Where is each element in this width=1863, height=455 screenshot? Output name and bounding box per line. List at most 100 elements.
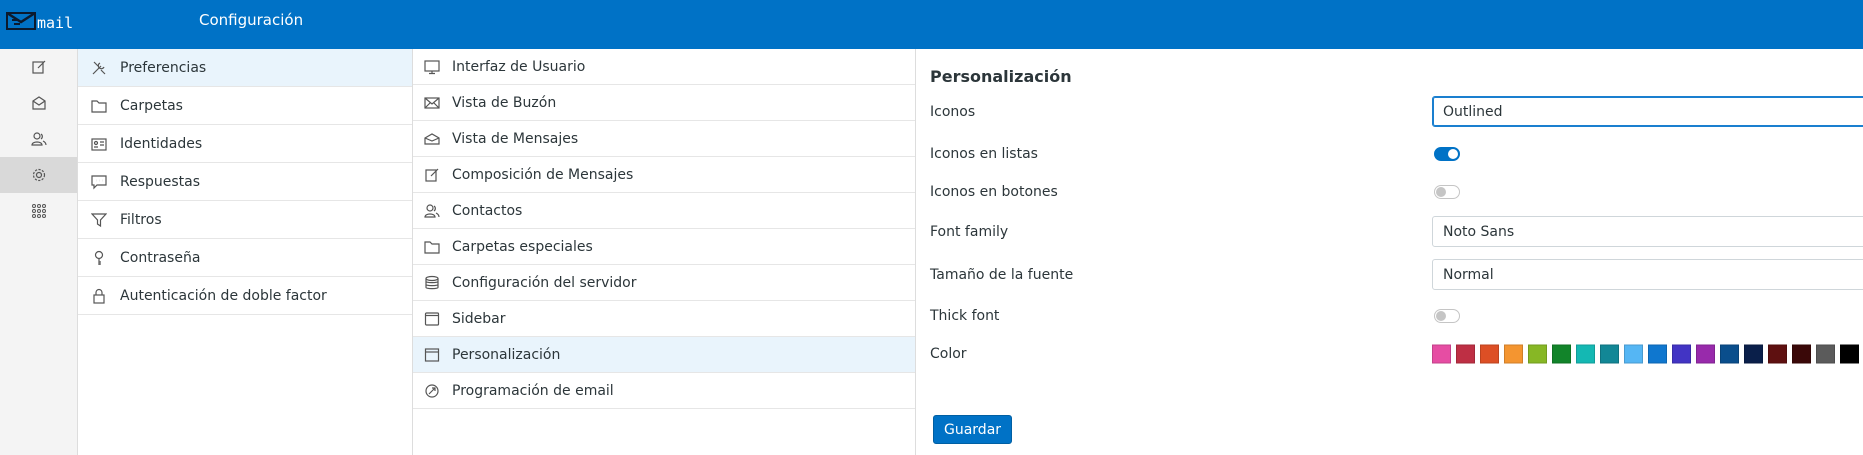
pref-vista-buzon[interactable]: Vista de Buzón — [413, 85, 915, 121]
section-identidades[interactable]: Identidades — [78, 125, 412, 163]
pref-label: Programación de email — [452, 382, 614, 399]
pref-label: Configuración del servidor — [452, 274, 637, 291]
key-icon — [90, 249, 108, 267]
color-swatch[interactable] — [1504, 344, 1523, 364]
thick-font-toggle[interactable] — [1434, 309, 1460, 323]
sidebar-icon — [423, 310, 441, 328]
row-color: Color — [930, 339, 1863, 369]
color-swatch[interactable] — [1792, 344, 1811, 364]
compose-icon — [31, 60, 45, 74]
personalization-panel: Personalización Iconos Outlined Iconos e… — [916, 49, 1863, 455]
row-iconos-botones: Iconos en botones — [930, 177, 1863, 207]
section-respuestas[interactable]: Respuestas — [78, 163, 412, 201]
color-swatch[interactable] — [1720, 344, 1739, 364]
color-swatch[interactable] — [1432, 344, 1451, 364]
color-label: Color — [930, 346, 967, 362]
font-size-select[interactable]: Normal — [1432, 259, 1863, 290]
color-swatch[interactable] — [1816, 344, 1835, 364]
font-size-label: Tamaño de la fuente — [930, 266, 1074, 283]
pref-label: Contactos — [452, 202, 523, 219]
panel-title: Personalización — [930, 67, 1072, 86]
pref-carpetas-especiales[interactable]: Carpetas especiales — [413, 229, 915, 265]
section-carpetas[interactable]: Carpetas — [78, 87, 412, 125]
section-contrasena[interactable]: Contraseña — [78, 239, 412, 277]
rail-settings[interactable] — [0, 157, 77, 193]
color-swatch[interactable] — [1600, 344, 1619, 364]
filter-icon — [90, 211, 108, 229]
iconos-botones-label: Iconos en botones — [930, 184, 1058, 200]
section-label: Carpetas — [120, 97, 183, 114]
lock-icon — [90, 287, 108, 305]
mail-icon — [31, 96, 46, 110]
color-swatches — [1432, 344, 1863, 364]
gear-icon — [32, 168, 45, 182]
rail-mail[interactable] — [0, 85, 77, 121]
tools-icon — [90, 59, 108, 77]
row-font-size: Tamaño de la fuente Normal — [930, 259, 1863, 290]
pref-label: Carpetas especiales — [452, 238, 593, 255]
contacts-icon — [30, 132, 47, 146]
pref-interfaz[interactable]: Interfaz de Usuario — [413, 49, 915, 85]
iconos-select[interactable]: Outlined — [1432, 96, 1863, 127]
pref-label: Sidebar — [452, 310, 506, 327]
color-swatch[interactable] — [1576, 344, 1595, 364]
section-label: Autenticación de doble factor — [120, 287, 327, 304]
compose-icon — [423, 166, 441, 184]
app-rail — [0, 49, 78, 455]
section-label: Filtros — [120, 211, 162, 228]
pref-composicion[interactable]: Composición de Mensajes — [413, 157, 915, 193]
color-swatch[interactable] — [1624, 344, 1643, 364]
preference-sections-list: Interfaz de Usuario Vista de Buzón Vista… — [413, 49, 916, 455]
section-doble-factor[interactable]: Autenticación de doble factor — [78, 277, 412, 315]
row-thick-font: Thick font — [930, 301, 1863, 331]
monitor-icon — [423, 58, 441, 76]
color-swatch[interactable] — [1456, 344, 1475, 364]
color-swatch[interactable] — [1528, 344, 1547, 364]
iconos-botones-toggle[interactable] — [1434, 185, 1460, 199]
color-swatch[interactable] — [1696, 344, 1715, 364]
logo-text: mail — [37, 14, 74, 32]
color-swatch[interactable] — [1744, 344, 1763, 364]
mail-logo-icon — [6, 11, 36, 30]
iconos-label: Iconos — [930, 103, 976, 120]
font-family-value: Noto Sans — [1443, 223, 1515, 240]
row-iconos: Iconos Outlined — [930, 96, 1863, 127]
folder-icon — [423, 238, 441, 256]
rail-contacts[interactable] — [0, 121, 77, 157]
color-swatch[interactable] — [1552, 344, 1571, 364]
toggle-knob — [1448, 149, 1458, 159]
row-iconos-listas: Iconos en listas — [930, 139, 1863, 169]
color-swatch[interactable] — [1480, 344, 1499, 364]
color-swatch[interactable] — [1840, 344, 1859, 364]
font-family-select[interactable]: Noto Sans — [1432, 216, 1863, 247]
pref-programacion[interactable]: Programación de email — [413, 373, 915, 409]
iconos-listas-toggle[interactable] — [1434, 147, 1460, 161]
pref-sidebar[interactable]: Sidebar — [413, 301, 915, 337]
app-logo[interactable]: mail — [6, 10, 73, 32]
section-filtros[interactable]: Filtros — [78, 201, 412, 239]
folder-icon — [90, 97, 108, 115]
pref-contactos[interactable]: Contactos — [413, 193, 915, 229]
rail-compose[interactable] — [0, 49, 77, 85]
id-card-icon — [90, 135, 108, 153]
settings-sections-list: Preferencias Carpetas Identidades Respue… — [78, 49, 413, 455]
pref-vista-mensajes[interactable]: Vista de Mensajes — [413, 121, 915, 157]
save-button[interactable]: Guardar — [933, 415, 1013, 444]
apps-grid-icon — [31, 204, 46, 218]
thick-font-label: Thick font — [930, 308, 1000, 324]
pref-label: Vista de Buzón — [452, 94, 557, 111]
color-swatch[interactable] — [1768, 344, 1787, 364]
section-label: Identidades — [120, 135, 203, 152]
pref-personalizacion[interactable]: Personalización — [413, 337, 915, 373]
rail-apps[interactable] — [0, 193, 77, 229]
page-title: Configuración — [199, 11, 304, 29]
iconos-value: Outlined — [1443, 103, 1503, 120]
section-preferencias[interactable]: Preferencias — [78, 49, 412, 87]
envelope-open-icon — [423, 130, 441, 148]
color-swatch[interactable] — [1648, 344, 1667, 364]
section-label: Respuestas — [120, 173, 201, 190]
pref-label: Vista de Mensajes — [452, 130, 579, 147]
color-swatch[interactable] — [1672, 344, 1691, 364]
pref-servidor[interactable]: Configuración del servidor — [413, 265, 915, 301]
pref-label: Composición de Mensajes — [452, 166, 634, 183]
